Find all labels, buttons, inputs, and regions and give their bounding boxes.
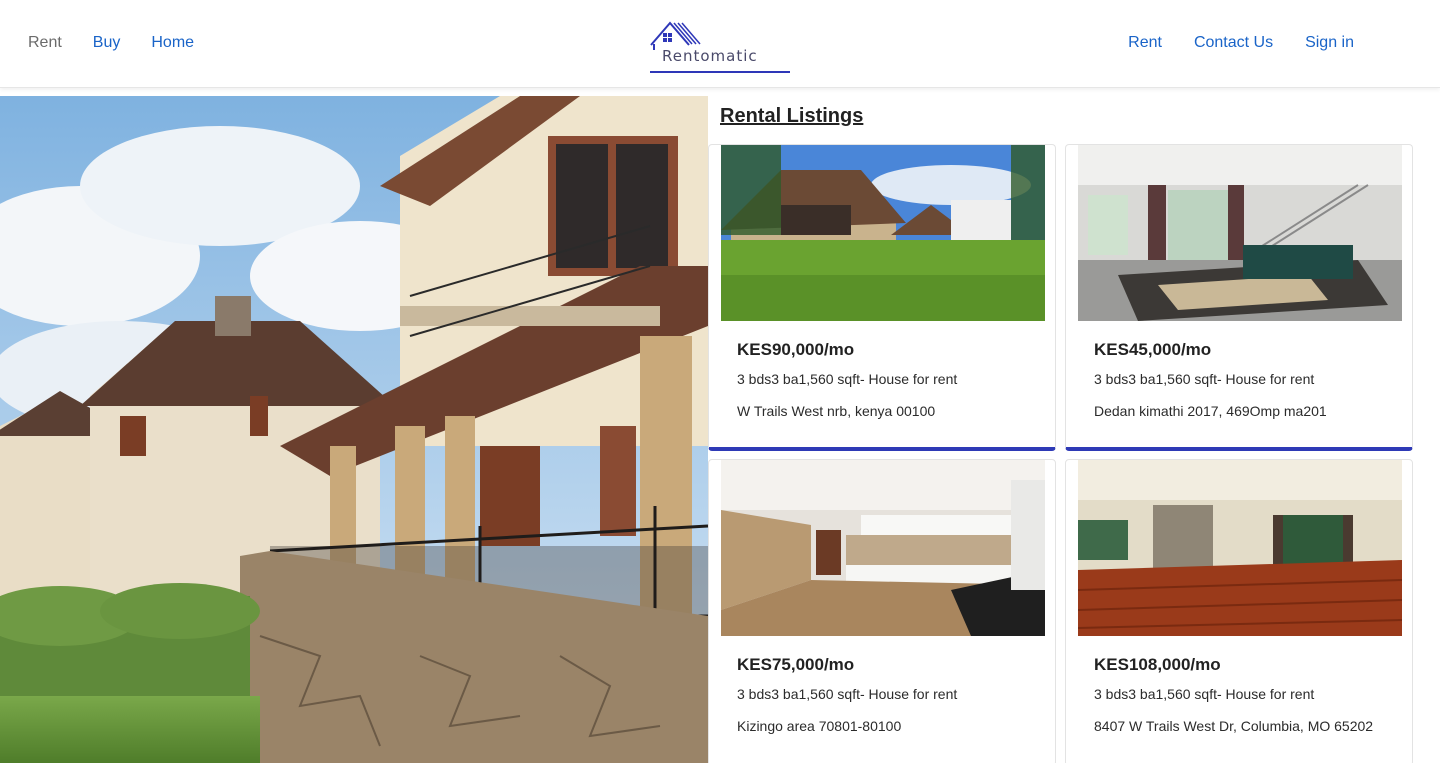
logo-text: Rentomatic xyxy=(662,47,758,65)
listing-card-4[interactable]: KES108,000/mo 3 bds3 ba1,560 sqft- House… xyxy=(1065,459,1413,763)
hero-image xyxy=(0,96,708,763)
listing-image-4[interactable] xyxy=(1078,460,1402,636)
listing-specs-3: 3 bds3 ba1,560 sqft- House for rent xyxy=(737,686,958,702)
listing-card-2[interactable]: KES45,000/mo 3 bds3 ba1,560 sqft- House … xyxy=(1065,144,1413,451)
listing-specs-2: 3 bds3 ba1,560 sqft- House for rent xyxy=(1094,371,1315,387)
nav-rent-right-link[interactable]: Rent xyxy=(1128,34,1162,52)
listing-price-1: KES90,000/mo xyxy=(737,340,855,359)
top-navbar: Rent Buy Home Rentomatic Rent Contact Us… xyxy=(0,0,1440,88)
logo-underline xyxy=(650,71,790,73)
rentomatic-logo[interactable]: Rentomatic xyxy=(648,20,792,74)
listing-image-2[interactable] xyxy=(1078,145,1402,321)
listing-price-4: KES108,000/mo xyxy=(1094,655,1221,674)
listing-address-4: 8407 W Trails West Dr, Columbia, MO 6520… xyxy=(1094,718,1374,734)
listing-specs-1: 3 bds3 ba1,560 sqft- House for rent xyxy=(737,371,958,387)
rental-listings-section: Rental Listings KES90,000/mo 3 bds3 ba1,… xyxy=(708,96,1440,763)
nav-home-link[interactable]: Home xyxy=(151,34,194,52)
nav-signin-link[interactable]: Sign in xyxy=(1305,34,1354,52)
nav-rent-link[interactable]: Rent xyxy=(28,34,62,52)
listing-image-3[interactable] xyxy=(721,460,1045,636)
listing-card-1[interactable]: KES90,000/mo 3 bds3 ba1,560 sqft- House … xyxy=(708,144,1056,451)
listing-price-2: KES45,000/mo xyxy=(1094,340,1212,359)
listing-address-2: Dedan kimathi 2017, 469Omp ma201 xyxy=(1094,403,1327,419)
listing-card-3[interactable]: KES75,000/mo 3 bds3 ba1,560 sqft- House … xyxy=(708,459,1056,763)
nav-buy-link[interactable]: Buy xyxy=(93,34,121,52)
listing-address-1: W Trails West nrb, kenya 00100 xyxy=(737,403,936,419)
listings-title: Rental Listings xyxy=(720,105,864,127)
listing-address-3: Kizingo area 70801-80100 xyxy=(737,718,902,734)
nav-contact-link[interactable]: Contact Us xyxy=(1194,34,1273,52)
listing-specs-4: 3 bds3 ba1,560 sqft- House for rent xyxy=(1094,686,1315,702)
listing-price-3: KES75,000/mo xyxy=(737,655,855,674)
listing-image-1[interactable] xyxy=(721,145,1045,321)
house-logo-icon xyxy=(650,21,701,50)
nav-left: Rent Buy Home xyxy=(28,34,194,52)
nav-right: Rent Contact Us Sign in xyxy=(1128,34,1354,52)
